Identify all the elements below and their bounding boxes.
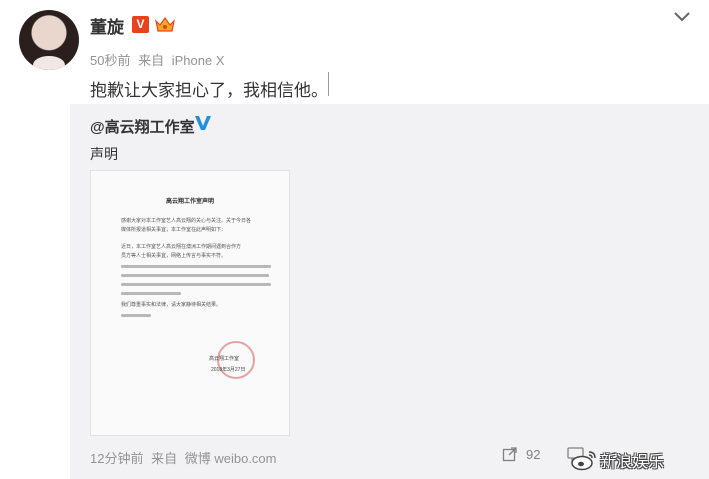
text-cursor [328, 72, 329, 96]
repost-author[interactable]: @高云翔工作室 [90, 116, 195, 137]
repost-button[interactable]: 92 [502, 446, 540, 462]
verified-badge: V [132, 16, 149, 33]
document-text-line [121, 314, 151, 317]
document-text-line [121, 274, 269, 277]
share-icon [502, 447, 517, 462]
post-time[interactable]: 50秒前 [90, 53, 130, 68]
document-title: 高云翔工作室声明 [165, 199, 214, 205]
repost-count: 92 [526, 446, 541, 462]
document-text-line [121, 265, 271, 268]
document-para2b: 员方等人士相关事宜，网络上传言与事实不符。 [121, 253, 227, 259]
repost-time[interactable]: 12分钟前 [90, 451, 143, 466]
post-source[interactable]: iPhone X [172, 53, 225, 68]
blue-verified-icon [195, 116, 211, 130]
chevron-down-icon[interactable] [673, 10, 691, 24]
repost-meta: 12分钟前 来自 微博 weibo.com [90, 448, 276, 467]
watermark: 新浪娱乐 [570, 448, 664, 472]
document-para1: 感谢大家对本工作室艺人高云翔的关心与关注。关于今日各 [121, 218, 252, 224]
document-signature: 高云翔工作室 [209, 356, 240, 362]
document-text-line [121, 292, 181, 295]
post-meta: 50秒前 来自 iPhone X [90, 50, 225, 69]
document-para2: 近日，本工作室艺人高云翔在澳洲工作期间遇到合作方 [121, 244, 242, 250]
avatar[interactable] [19, 10, 79, 70]
weibo-logo-icon [571, 451, 596, 471]
document-text-line [121, 283, 271, 286]
document-para1b: 媒体所报道相关事宜，本工作室在此声明如下： [121, 227, 227, 233]
document-para3: 我们尊重事实和法律，请大家静待相关结果。 [121, 302, 222, 308]
repost-source[interactable]: 微博 weibo.com [185, 451, 277, 466]
crown-icon [155, 16, 175, 32]
repost-source-prefix: 来自 [151, 451, 178, 466]
username[interactable]: 董旋 [90, 13, 124, 38]
document-date: 2018年3月27日 [211, 367, 246, 373]
watermark-text: 新浪娱乐 [600, 454, 665, 471]
post-text: 抱歉让大家担心了，我相信他。 [90, 81, 328, 100]
post-source-prefix: 来自 [138, 53, 165, 68]
repost-box: @高云翔工作室 声明 高云翔工作室声明 感谢大家对本工作室艺人高云翔的关心与关注… [70, 104, 709, 479]
post-header: 董旋 V 50秒前 来自 iPhone X 抱歉让大家担心了，我相信他。 [0, 0, 709, 104]
repost-text: 声明 [90, 146, 118, 162]
statement-document-image[interactable]: 高云翔工作室声明 感谢大家对本工作室艺人高云翔的关心与关注。关于今日各 媒体所报… [90, 170, 290, 436]
